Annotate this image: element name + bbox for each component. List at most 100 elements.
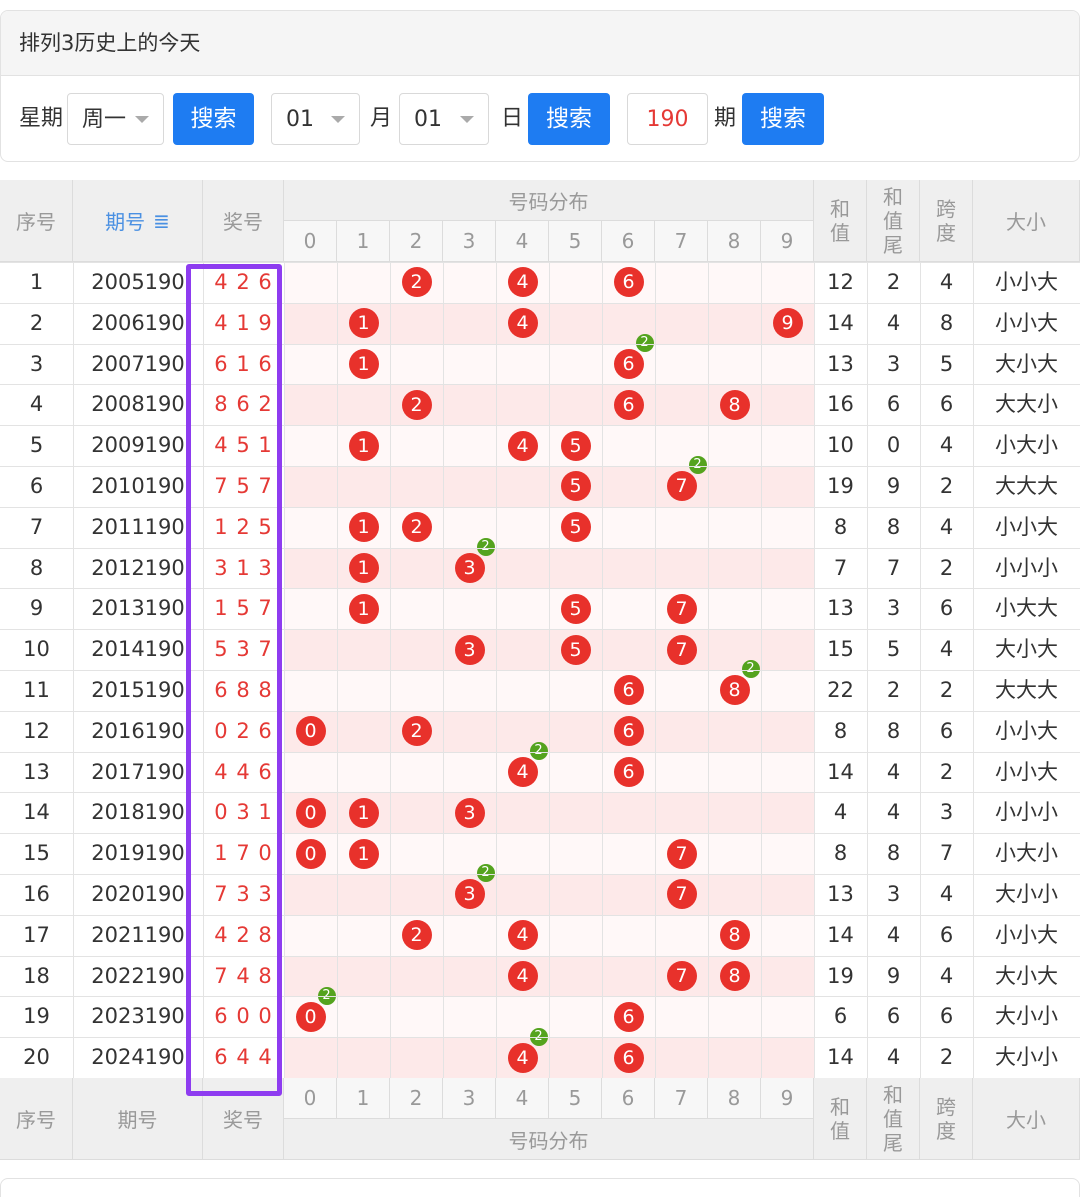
column-divider	[761, 262, 762, 1078]
column-divider	[655, 262, 656, 1078]
row-sum: 8	[833, 514, 848, 539]
row-sum: 8	[833, 718, 848, 743]
row-size: 小小大	[995, 718, 1058, 743]
row-sum-tail: 4	[886, 800, 901, 825]
row-issue: 2007190	[91, 351, 185, 376]
row-issue: 2009190	[91, 433, 185, 458]
header-digit-2: 2	[390, 221, 443, 262]
row-sum-tail: 9	[886, 963, 901, 988]
number-ball-9: 9	[772, 308, 803, 339]
row-issue: 2010190	[91, 474, 185, 498]
month-value: 01	[286, 107, 314, 132]
row-issue: 2024190	[91, 1045, 185, 1070]
weekday-select[interactable]: 周一	[67, 93, 164, 145]
number-ball-0: 0	[295, 797, 326, 828]
day-select[interactable]: 01	[399, 93, 489, 145]
row-span: 6	[939, 1004, 954, 1029]
header-distribution: 号码分布	[284, 180, 814, 221]
header-char: 值	[830, 1118, 850, 1143]
row-sum: 14	[827, 759, 854, 784]
column-divider	[867, 262, 868, 1078]
row-divider	[0, 955, 1080, 957]
row-sum-tail: 2	[886, 270, 901, 294]
row-prize: 7 5 7	[214, 474, 273, 498]
column-divider	[708, 262, 709, 1078]
header-sum: 和值	[814, 180, 867, 262]
row-span: 2	[939, 474, 954, 498]
row-seq: 5	[29, 433, 44, 458]
number-ball-7: 7	[666, 471, 697, 502]
number-ball-7: 7	[666, 634, 697, 665]
row-issue: 2013190	[91, 596, 185, 621]
weekday-search-button[interactable]: 搜索	[173, 93, 254, 145]
search-card: 排列3历史上的今天 星期 周一 搜索 01 月 01 日 搜索 190 期 搜索	[0, 10, 1080, 162]
header-issue-sort[interactable]: 期号 ≣	[73, 180, 203, 262]
row-sum: 13	[827, 351, 854, 376]
header-digit-4: 4	[496, 221, 549, 262]
row-divider	[0, 262, 1080, 263]
row-sum-tail: 8	[886, 514, 901, 539]
weekday-label: 星期	[19, 106, 64, 131]
row-size: 小小大	[995, 310, 1058, 335]
header-sum-tail: 和值尾	[867, 180, 920, 262]
column-divider	[496, 262, 497, 1078]
period-search-button[interactable]: 搜索	[742, 93, 824, 145]
number-ball-1: 1	[348, 797, 379, 828]
column-divider	[920, 262, 921, 1078]
row-size: 大小小	[995, 1004, 1058, 1029]
header-digit-4: 4	[496, 1078, 549, 1119]
row-seq: 15	[23, 841, 50, 866]
row-sum: 19	[827, 963, 854, 988]
column-divider	[549, 262, 550, 1078]
row-size: 大大大	[995, 678, 1058, 702]
row-sum: 6	[833, 1004, 848, 1029]
header-span: 跨度	[920, 1078, 973, 1160]
row-prize: 4 4 6	[214, 759, 273, 784]
row-span: 4	[939, 882, 954, 906]
row-issue: 2022190	[91, 963, 185, 988]
row-sum: 16	[827, 392, 854, 417]
header-distribution: 号码分布	[284, 1119, 814, 1160]
header-digit-3: 3	[443, 1078, 496, 1119]
number-ball-1: 1	[348, 349, 379, 379]
row-issue: 2016190	[91, 718, 185, 743]
row-size: 小大小	[995, 433, 1058, 458]
column-divider	[337, 262, 338, 1078]
row-sum-tail: 8	[886, 841, 901, 866]
number-ball-5: 5	[560, 512, 591, 543]
month-select[interactable]: 01	[271, 93, 360, 145]
header-span: 跨度	[920, 180, 973, 262]
row-size: 小小大	[995, 922, 1058, 947]
row-divider	[0, 466, 1080, 467]
row-seq: 17	[23, 922, 50, 947]
row-sum: 13	[827, 882, 854, 906]
number-ball-7: 7	[666, 593, 697, 624]
number-ball-6: 6	[613, 267, 644, 298]
row-divider	[0, 506, 1080, 508]
header-digit-3: 3	[443, 221, 496, 262]
number-ball-5: 5	[560, 593, 591, 624]
row-issue: 2023190	[91, 1004, 185, 1029]
header-digit-1: 1	[337, 1078, 390, 1119]
row-prize: 6 4 4	[214, 1045, 273, 1070]
row-issue: 2011190	[91, 514, 185, 539]
row-issue: 2017190	[91, 759, 185, 784]
column-divider	[390, 262, 391, 1078]
number-ball-0: 0	[295, 1001, 326, 1032]
header-char: 度	[936, 220, 956, 245]
date-search-button[interactable]: 搜索	[528, 93, 610, 145]
row-divider	[0, 751, 1080, 753]
period-label: 期	[714, 106, 737, 131]
header-digit-1: 1	[337, 221, 390, 262]
period-input[interactable]: 190	[627, 93, 708, 145]
number-ball-6: 6	[613, 349, 644, 379]
row-span: 6	[939, 718, 954, 743]
row-prize: 6 1 6	[214, 351, 273, 376]
row-seq: 9	[29, 596, 44, 621]
row-size: 小小小	[995, 555, 1058, 580]
row-prize: 7 4 8	[214, 963, 273, 988]
header-char: 跨	[936, 1094, 956, 1119]
number-ball-8: 8	[719, 675, 750, 706]
day-label: 日	[501, 106, 524, 131]
row-divider	[0, 588, 1080, 590]
